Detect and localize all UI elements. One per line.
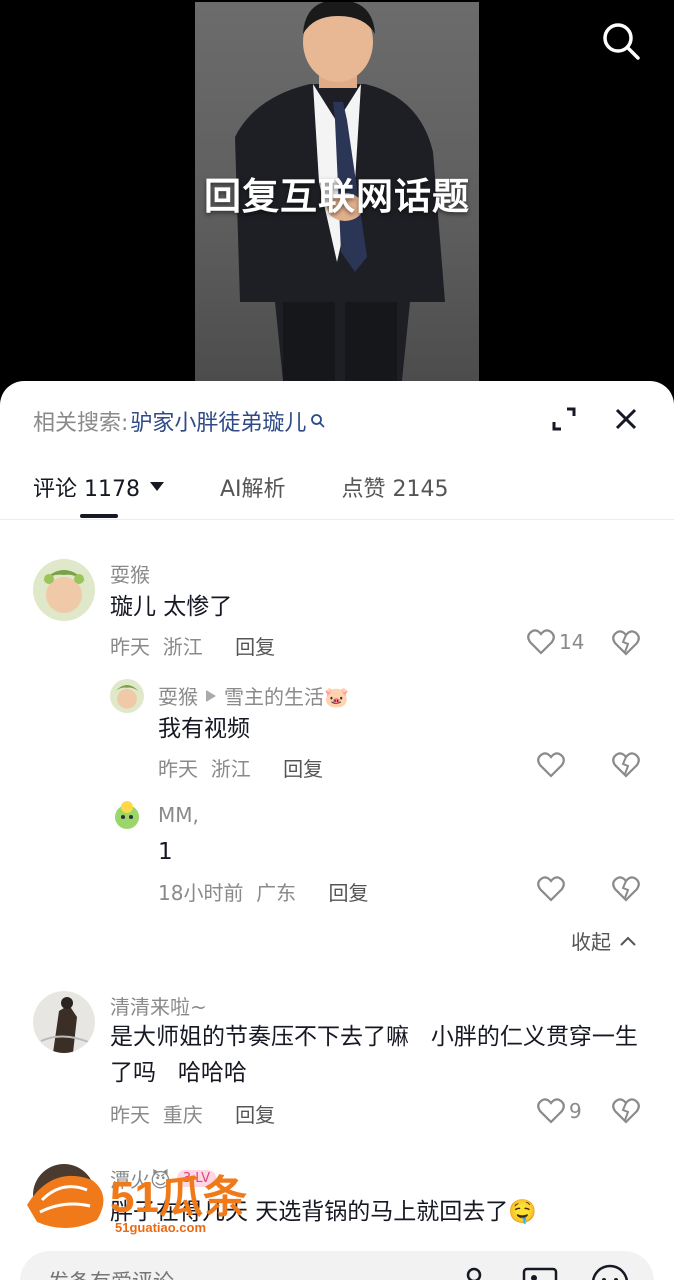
comment-meta: 18小时前 广东 回复 [158,881,369,905]
broken-heart-icon[interactable] [612,752,640,778]
comment-meta: 昨天 重庆 回复 [110,1103,276,1127]
heart-icon [527,629,555,655]
avatar[interactable] [110,679,144,713]
comment-meta: 昨天 浙江 回复 [158,757,324,781]
reply-item: MM, 1 18小时前 广东 回复 [0,799,674,909]
emoji-icon[interactable] [590,1263,630,1280]
like-button[interactable] [537,752,565,778]
tab-likes[interactable]: 点赞 2145 [342,471,449,503]
avatar[interactable] [33,559,95,621]
divider [0,519,674,520]
comment-username[interactable]: 耍猴 [110,559,150,588]
comment-tabs: 评论 1178 AI解析 点赞 2145 [33,467,505,507]
comment-text: 我有视频 [158,716,250,742]
comment-item: 清清来啦~ 是大师姐的节奏压不下去了嘛 小胖的仁义贯穿一生了吗 哈哈哈 昨天 重… [0,991,674,1131]
arrow-right-icon [206,689,216,702]
heart-icon [537,1098,565,1124]
comment-item: 耍猴 璇儿 太惨了 昨天 浙江 回复 14 [0,559,674,669]
comment-text: 璇儿 太惨了 [110,594,233,620]
related-search[interactable]: 相关搜索: 驴家小胖徒弟璇儿 [33,405,326,437]
small-search-icon [311,414,326,428]
comment-text: 1 [158,839,173,865]
chevron-up-icon [620,936,636,946]
mention-icon[interactable] [460,1265,488,1280]
avatar[interactable] [33,991,95,1053]
broken-heart-icon[interactable] [612,876,640,902]
reply-button[interactable]: 回复 [235,1103,275,1127]
image-icon[interactable] [522,1265,558,1280]
comment-username[interactable]: 清清来啦~ [110,991,207,1020]
heart-icon [537,752,565,778]
comment-meta: 昨天 浙江 回复 [110,635,276,659]
reply-username: 耍猴 雪主的生活🐷 [158,685,349,709]
video-caption: 回复互联网话题 [204,175,470,218]
tab-comments[interactable]: 评论 1178 [33,471,164,503]
reply-item: 耍猴 雪主的生活🐷 我有视频 昨天 浙江 回复 [0,679,674,789]
like-button[interactable]: 14 [527,629,584,655]
like-button[interactable]: 9 [537,1098,582,1124]
reply-button[interactable]: 回复 [283,757,323,781]
broken-heart-icon[interactable] [612,630,640,656]
reply-button[interactable]: 回复 [235,635,275,659]
tab-ai-analysis[interactable]: AI解析 [220,471,286,503]
comment-input[interactable] [46,1261,430,1280]
video-player[interactable]: 回复互联网话题 [0,0,674,400]
comment-text: 是大师姐的节奏压不下去了嘛 小胖的仁义贯穿一生了吗 哈哈哈 [110,1024,638,1086]
close-icon[interactable] [612,405,640,433]
avatar[interactable] [110,799,144,833]
watermark-url: 51guatiao.com [115,1220,207,1235]
heart-icon [537,876,565,902]
reply-username[interactable]: MM, [158,803,199,827]
related-search-term[interactable]: 驴家小胖徒弟璇儿 [130,405,306,437]
active-tab-indicator [80,514,118,518]
expand-icon[interactable] [550,405,578,433]
comment-input-bar [20,1251,654,1280]
like-button[interactable] [537,876,565,902]
comment-sheet: 相关搜索: 驴家小胖徒弟璇儿 评论 1178 AI解析 点赞 2145 耍猴 璇… [0,381,674,1280]
collapse-replies-button[interactable]: 收起 [571,926,637,955]
caret-down-icon [149,482,164,491]
broken-heart-icon[interactable] [612,1098,640,1124]
related-search-label: 相关搜索: [33,411,129,436]
search-icon[interactable] [598,18,642,62]
svg-text:51瓜条: 51瓜条 [110,1173,247,1222]
reply-button[interactable]: 回复 [329,881,369,905]
